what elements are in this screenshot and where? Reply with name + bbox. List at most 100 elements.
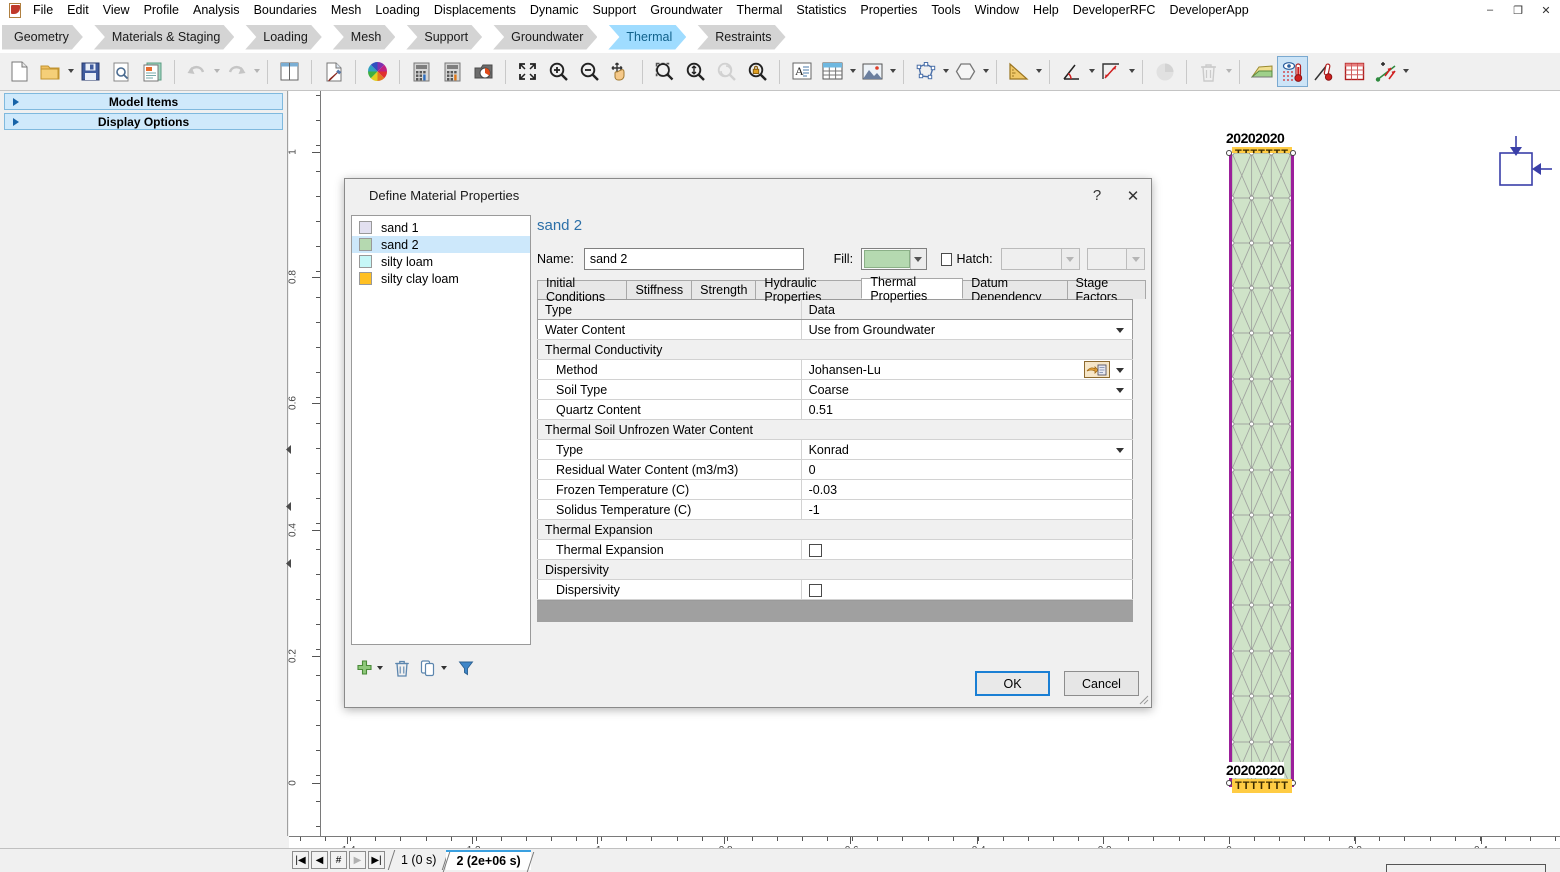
- interpret-icon[interactable]: [468, 56, 499, 87]
- material-list[interactable]: sand 1 sand 2 silty loam silty clay loam: [351, 215, 531, 645]
- chevron-down-icon[interactable]: [1116, 388, 1124, 393]
- corner-node-top-left[interactable]: [1226, 150, 1232, 156]
- add-table-icon[interactable]: [817, 56, 856, 87]
- add-material-icon[interactable]: [351, 655, 383, 681]
- thermal-probe-icon[interactable]: [1308, 56, 1339, 87]
- tab-hydraulic-properties[interactable]: Hydraulic Properties: [755, 276, 863, 304]
- property-value-cell[interactable]: 0.51: [801, 399, 1133, 420]
- compute-blue-icon[interactable]: [406, 56, 437, 87]
- tab-stage-factors[interactable]: Stage Factors: [1066, 276, 1146, 304]
- menu-item-dynamic[interactable]: Dynamic: [523, 0, 586, 21]
- stage-tab[interactable]: 2 (2e+06 s): [443, 850, 534, 872]
- compute-orange-icon[interactable]: [437, 56, 468, 87]
- zoom-lock-icon[interactable]: [742, 56, 773, 87]
- dialog-resize-grip[interactable]: [1137, 693, 1149, 705]
- workflow-tab-thermal[interactable]: Thermal: [608, 25, 686, 50]
- property-value-cell[interactable]: Coarse: [801, 379, 1133, 400]
- color-wheel-icon[interactable]: [362, 56, 393, 87]
- menu-item-support[interactable]: Support: [586, 0, 644, 21]
- pie-chart-icon[interactable]: [1149, 56, 1180, 87]
- splitter-handle-upper[interactable]: [285, 443, 293, 454]
- material-list-item[interactable]: silty loam: [352, 253, 530, 270]
- zoom-window-icon[interactable]: [649, 56, 680, 87]
- restore-button[interactable]: ❐: [1504, 0, 1532, 20]
- material-list-item[interactable]: silty clay loam: [352, 270, 530, 287]
- open-folder-icon[interactable]: [35, 56, 74, 87]
- tab-stiffness[interactable]: Stiffness: [626, 280, 693, 299]
- tab-strength[interactable]: Strength: [691, 280, 757, 299]
- menu-item-window[interactable]: Window: [968, 0, 1026, 21]
- tab-datum-dependency[interactable]: Datum Dependency: [962, 276, 1068, 304]
- add-text-icon[interactable]: A: [786, 56, 817, 87]
- redo-icon[interactable]: [221, 56, 260, 87]
- menu-item-analysis[interactable]: Analysis: [186, 0, 247, 21]
- property-checkbox[interactable]: [808, 543, 822, 557]
- add-thermal-vector-icon[interactable]: [1370, 56, 1409, 87]
- edit-geometry-icon[interactable]: [318, 56, 349, 87]
- menu-item-developerapp[interactable]: DeveloperApp: [1162, 0, 1255, 21]
- copy-material-icon[interactable]: [415, 655, 447, 681]
- dialog-close-button[interactable]: ✕: [1115, 181, 1151, 211]
- tab-thermal-properties[interactable]: Thermal Properties: [861, 275, 964, 303]
- dimension-icon[interactable]: [1096, 56, 1135, 87]
- polyline-icon[interactable]: [910, 56, 949, 87]
- menu-item-developerrfc[interactable]: DeveloperRFC: [1066, 0, 1163, 21]
- show-materials-icon[interactable]: [1246, 56, 1277, 87]
- menu-item-mesh[interactable]: Mesh: [324, 0, 369, 21]
- zoom-previous-icon[interactable]: [711, 56, 742, 87]
- zoom-out-icon[interactable]: [574, 56, 605, 87]
- menu-item-file[interactable]: File: [26, 0, 60, 21]
- dialog-help-button[interactable]: ?: [1079, 181, 1115, 211]
- pan-icon[interactable]: [605, 56, 636, 87]
- previous-stage-button[interactable]: ◀: [311, 851, 328, 869]
- splitter-handle-mid[interactable]: [285, 500, 293, 511]
- soil-column-sand2[interactable]: [1229, 153, 1294, 787]
- last-stage-button[interactable]: ▶|: [368, 851, 385, 869]
- filter-icon[interactable]: [453, 655, 479, 681]
- property-value-cell[interactable]: [801, 539, 1133, 560]
- tab-initial-conditions[interactable]: Initial Conditions: [537, 276, 628, 304]
- menu-item-help[interactable]: Help: [1026, 0, 1066, 21]
- thermal-table-icon[interactable]: [1339, 56, 1370, 87]
- menu-item-properties[interactable]: Properties: [853, 0, 924, 21]
- property-value-cell[interactable]: -0.03: [801, 479, 1133, 500]
- close-button[interactable]: ✕: [1532, 0, 1560, 20]
- menu-item-profile[interactable]: Profile: [137, 0, 186, 21]
- workflow-tab-geometry[interactable]: Geometry: [2, 25, 83, 50]
- property-checkbox[interactable]: [808, 583, 822, 597]
- fill-color-combo[interactable]: [861, 248, 928, 270]
- sidebar-item-display-options[interactable]: Display Options: [4, 113, 283, 130]
- property-value-cell[interactable]: 0: [801, 459, 1133, 480]
- save-icon[interactable]: [75, 56, 106, 87]
- workflow-tab-mesh[interactable]: Mesh: [333, 25, 396, 50]
- zoom-extents-icon[interactable]: [680, 56, 711, 87]
- workflow-tab-loading[interactable]: Loading: [245, 25, 322, 50]
- ruler-icon[interactable]: [1003, 56, 1042, 87]
- zoom-in-icon[interactable]: [543, 56, 574, 87]
- menu-item-statistics[interactable]: Statistics: [789, 0, 853, 21]
- minimize-button[interactable]: –: [1476, 0, 1504, 20]
- delete-material-icon[interactable]: [389, 655, 415, 681]
- hatch-pattern-combo[interactable]: [1000, 248, 1080, 270]
- menu-item-displacements[interactable]: Displacements: [427, 0, 523, 21]
- chevron-down-icon[interactable]: [1116, 448, 1124, 453]
- property-value-cell[interactable]: Johansen-Lu: [801, 359, 1133, 380]
- report-icon[interactable]: [137, 56, 168, 87]
- menu-item-tools[interactable]: Tools: [924, 0, 967, 21]
- next-stage-button[interactable]: ▶: [349, 851, 366, 869]
- stage-number-button[interactable]: #: [330, 851, 347, 869]
- material-name-input[interactable]: [583, 248, 804, 270]
- menu-item-loading[interactable]: Loading: [368, 0, 427, 21]
- add-image-icon[interactable]: [857, 56, 896, 87]
- menu-item-groundwater[interactable]: Groundwater: [643, 0, 729, 21]
- split-view-icon[interactable]: [274, 56, 305, 87]
- new-file-icon[interactable]: [4, 56, 35, 87]
- show-thermal-boundary-icon[interactable]: [1277, 56, 1308, 87]
- workflow-tab-support[interactable]: Support: [406, 25, 482, 50]
- menu-item-boundaries[interactable]: Boundaries: [247, 0, 324, 21]
- print-preview-icon[interactable]: [106, 56, 137, 87]
- zoom-all-icon[interactable]: [512, 56, 543, 87]
- angle-measure-icon[interactable]: [1056, 56, 1095, 87]
- undo-icon[interactable]: [181, 56, 220, 87]
- hatch-checkbox[interactable]: [941, 252, 953, 266]
